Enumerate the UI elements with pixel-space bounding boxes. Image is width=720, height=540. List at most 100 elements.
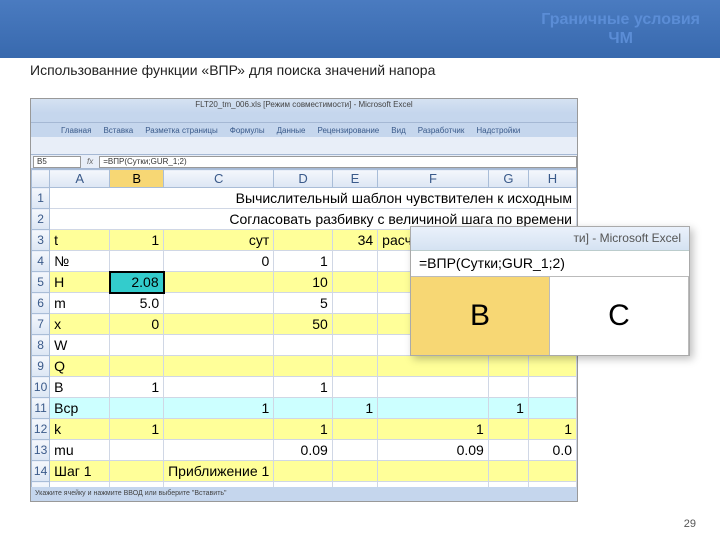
cell[interactable]: 0	[110, 314, 164, 335]
ribbon-tab[interactable]: Надстройки	[476, 126, 520, 135]
cell[interactable]	[110, 398, 164, 419]
fx-icon[interactable]: fx	[87, 157, 93, 166]
ribbon-tab[interactable]: Разработчик	[418, 126, 465, 135]
row-header[interactable]: 6	[32, 293, 50, 314]
col-header[interactable]: G	[488, 170, 528, 188]
row-header[interactable]: 4	[32, 251, 50, 272]
cell[interactable]	[110, 335, 164, 356]
cell[interactable]: 1	[110, 230, 164, 251]
cell[interactable]: сут	[164, 230, 274, 251]
cell[interactable]	[528, 377, 576, 398]
cell[interactable]	[378, 398, 489, 419]
inset-col-b[interactable]: B	[411, 277, 550, 355]
col-header[interactable]: A	[50, 170, 110, 188]
cell[interactable]	[110, 461, 164, 482]
cell[interactable]	[274, 461, 332, 482]
cell[interactable]	[528, 398, 576, 419]
cell[interactable]: №	[50, 251, 110, 272]
cell[interactable]	[488, 377, 528, 398]
cell[interactable]	[164, 293, 274, 314]
col-header[interactable]: D	[274, 170, 332, 188]
cell[interactable]	[378, 377, 489, 398]
col-header[interactable]: H	[528, 170, 576, 188]
cell[interactable]	[110, 356, 164, 377]
cell[interactable]: 0.09	[274, 440, 332, 461]
cell[interactable]: t	[50, 230, 110, 251]
cell[interactable]	[164, 272, 274, 293]
cell[interactable]	[488, 440, 528, 461]
cell[interactable]	[332, 419, 377, 440]
cell[interactable]	[164, 419, 274, 440]
cell[interactable]: 10	[274, 272, 332, 293]
inset-col-c[interactable]: C	[550, 277, 689, 355]
cell[interactable]	[332, 461, 377, 482]
cell[interactable]: 5	[274, 293, 332, 314]
cell[interactable]: 1	[110, 419, 164, 440]
cell[interactable]	[378, 461, 489, 482]
cell[interactable]	[164, 377, 274, 398]
ribbon-tab[interactable]: Разметка страницы	[145, 126, 218, 135]
cell[interactable]	[274, 356, 332, 377]
col-header[interactable]: C	[164, 170, 274, 188]
cell[interactable]: 1	[274, 251, 332, 272]
cell[interactable]: Приближение 1	[164, 461, 274, 482]
col-header[interactable]: E	[332, 170, 377, 188]
formula-input[interactable]: =ВПР(Сутки;GUR_1;2)	[99, 156, 577, 168]
row-header[interactable]: 2	[32, 209, 50, 230]
ribbon-tab[interactable]: Вставка	[103, 126, 133, 135]
cell[interactable]: 0.0	[528, 440, 576, 461]
cell[interactable]	[528, 461, 576, 482]
cell[interactable]: B	[50, 377, 110, 398]
cell[interactable]: Q	[50, 356, 110, 377]
cell[interactable]	[332, 251, 377, 272]
row-header[interactable]: 9	[32, 356, 50, 377]
cell[interactable]: 50	[274, 314, 332, 335]
cell[interactable]	[488, 461, 528, 482]
cell[interactable]: 1	[274, 377, 332, 398]
cell[interactable]: 1	[378, 419, 489, 440]
cell[interactable]	[332, 440, 377, 461]
name-box[interactable]: B5	[33, 156, 81, 168]
cell[interactable]	[488, 419, 528, 440]
cell[interactable]: 1	[488, 398, 528, 419]
cell[interactable]: 0.09	[378, 440, 489, 461]
cell[interactable]: W	[50, 335, 110, 356]
cell[interactable]	[164, 314, 274, 335]
row-header[interactable]: 10	[32, 377, 50, 398]
row-header[interactable]: 11	[32, 398, 50, 419]
col-header[interactable]: F	[378, 170, 489, 188]
ribbon-tab[interactable]: Данные	[277, 126, 306, 135]
cell[interactable]	[488, 356, 528, 377]
row-header[interactable]: 5	[32, 272, 50, 293]
cell[interactable]	[332, 272, 377, 293]
cell[interactable]	[332, 377, 377, 398]
ribbon-tab[interactable]: Вид	[391, 126, 405, 135]
cell[interactable]	[332, 335, 377, 356]
cell[interactable]: x	[50, 314, 110, 335]
cell[interactable]: m	[50, 293, 110, 314]
cell[interactable]: Bср	[50, 398, 110, 419]
cell[interactable]	[274, 398, 332, 419]
ribbon-tab[interactable]: Рецензирование	[317, 126, 379, 135]
cell[interactable]: 1	[332, 398, 377, 419]
cell[interactable]: 5.0	[110, 293, 164, 314]
quick-access-toolbar[interactable]	[31, 113, 577, 123]
cell[interactable]	[164, 440, 274, 461]
cell[interactable]	[110, 251, 164, 272]
cell[interactable]	[110, 440, 164, 461]
cell[interactable]: 1	[528, 419, 576, 440]
row-header[interactable]: 3	[32, 230, 50, 251]
row-header[interactable]: 12	[32, 419, 50, 440]
cell[interactable]	[274, 335, 332, 356]
cell[interactable]: 1	[164, 398, 274, 419]
row-header[interactable]: 14	[32, 461, 50, 482]
cell[interactable]: Шаг 1	[50, 461, 110, 482]
cell[interactable]	[378, 356, 489, 377]
cell[interactable]: 0	[164, 251, 274, 272]
col-header[interactable]: B	[110, 170, 164, 188]
cell[interactable]: 1	[110, 377, 164, 398]
row-header[interactable]: 8	[32, 335, 50, 356]
cell[interactable]	[332, 356, 377, 377]
cell[interactable]	[274, 230, 332, 251]
cell[interactable]: k	[50, 419, 110, 440]
